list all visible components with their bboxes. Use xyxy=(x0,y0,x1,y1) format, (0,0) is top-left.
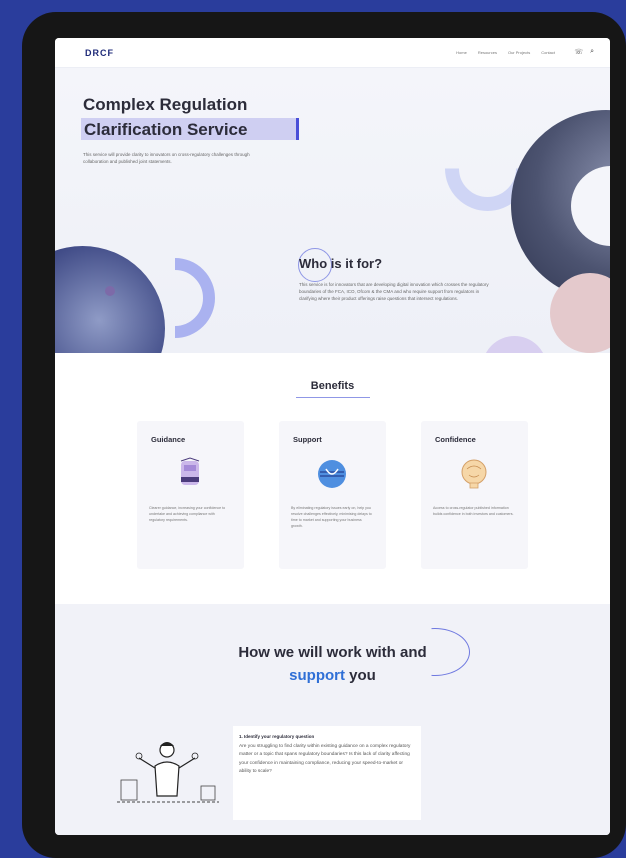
decorative-circle-lilac xyxy=(482,336,547,353)
how-title-line2: support you xyxy=(55,667,610,684)
nav-links: Home Resources Our Projects Contact xyxy=(456,50,555,55)
person-illustration xyxy=(117,742,219,803)
how-title-accent: support xyxy=(289,667,345,684)
shield-illustration-icon xyxy=(180,457,200,485)
phone-icon[interactable]: ☏ xyxy=(574,48,583,56)
benefits-title: Benefits xyxy=(310,380,355,392)
hero-title-line2: Clarification Service xyxy=(84,120,248,139)
benefit-card-text: By eliminating regulatory issues early o… xyxy=(291,506,372,529)
benefit-card-support: Support By eliminating regulatory issues… xyxy=(279,421,386,569)
hero-photo-left xyxy=(55,246,165,353)
step-text: Are you struggling to find clarity withi… xyxy=(239,744,411,775)
nav-link-contact[interactable]: Contact xyxy=(541,50,555,55)
website-screen: DRCF Home Resources Our Projects Contact… xyxy=(55,38,610,835)
nav-icons: ☏ ⌕ xyxy=(574,48,594,56)
hero-description: This service will provide clarity to inn… xyxy=(83,152,250,165)
benefit-card-guidance: Guidance Clearer guidance, increasing yo… xyxy=(137,421,244,569)
step-card: 1. Identify your regulatory question Are… xyxy=(233,726,421,820)
head-illustration-icon xyxy=(461,459,487,489)
benefit-card-title: Support xyxy=(293,435,322,444)
handshake-illustration-icon xyxy=(318,460,346,488)
nav-link-home[interactable]: Home xyxy=(456,50,467,55)
how-title-rest: you xyxy=(344,667,376,684)
benefit-card-title: Confidence xyxy=(435,435,476,444)
site-logo[interactable]: DRCF xyxy=(85,48,114,58)
how-title-line1: How we will work with and xyxy=(238,644,427,661)
hero-photo-right xyxy=(511,110,610,300)
search-icon[interactable]: ⌕ xyxy=(590,48,594,56)
hero-section: Complex Regulation Clarification Service… xyxy=(55,68,610,353)
benefit-card-text: Clearer guidance, increasing your confid… xyxy=(149,506,226,523)
benefits-underline xyxy=(296,397,370,398)
who-title: Who is it for? xyxy=(299,256,383,271)
nav-link-resources[interactable]: Resources xyxy=(478,50,497,55)
hero-title-highlight: Clarification Service xyxy=(81,118,299,140)
hero-title-line1: Complex Regulation xyxy=(83,95,248,114)
how-section: How we will work with and support you 1.… xyxy=(55,604,610,835)
benefit-card-title: Guidance xyxy=(151,435,186,444)
top-nav: DRCF Home Resources Our Projects Contact… xyxy=(55,38,610,68)
who-description: This service is for innovators that are … xyxy=(299,282,489,302)
benefit-card-text: Access to cross-regulator published info… xyxy=(433,506,514,517)
step-title: 1. Identify your regulatory question xyxy=(239,734,315,739)
nav-link-projects[interactable]: Our Projects xyxy=(508,50,530,55)
benefit-card-confidence: Confidence Access to cross-regulator pub… xyxy=(421,421,528,569)
